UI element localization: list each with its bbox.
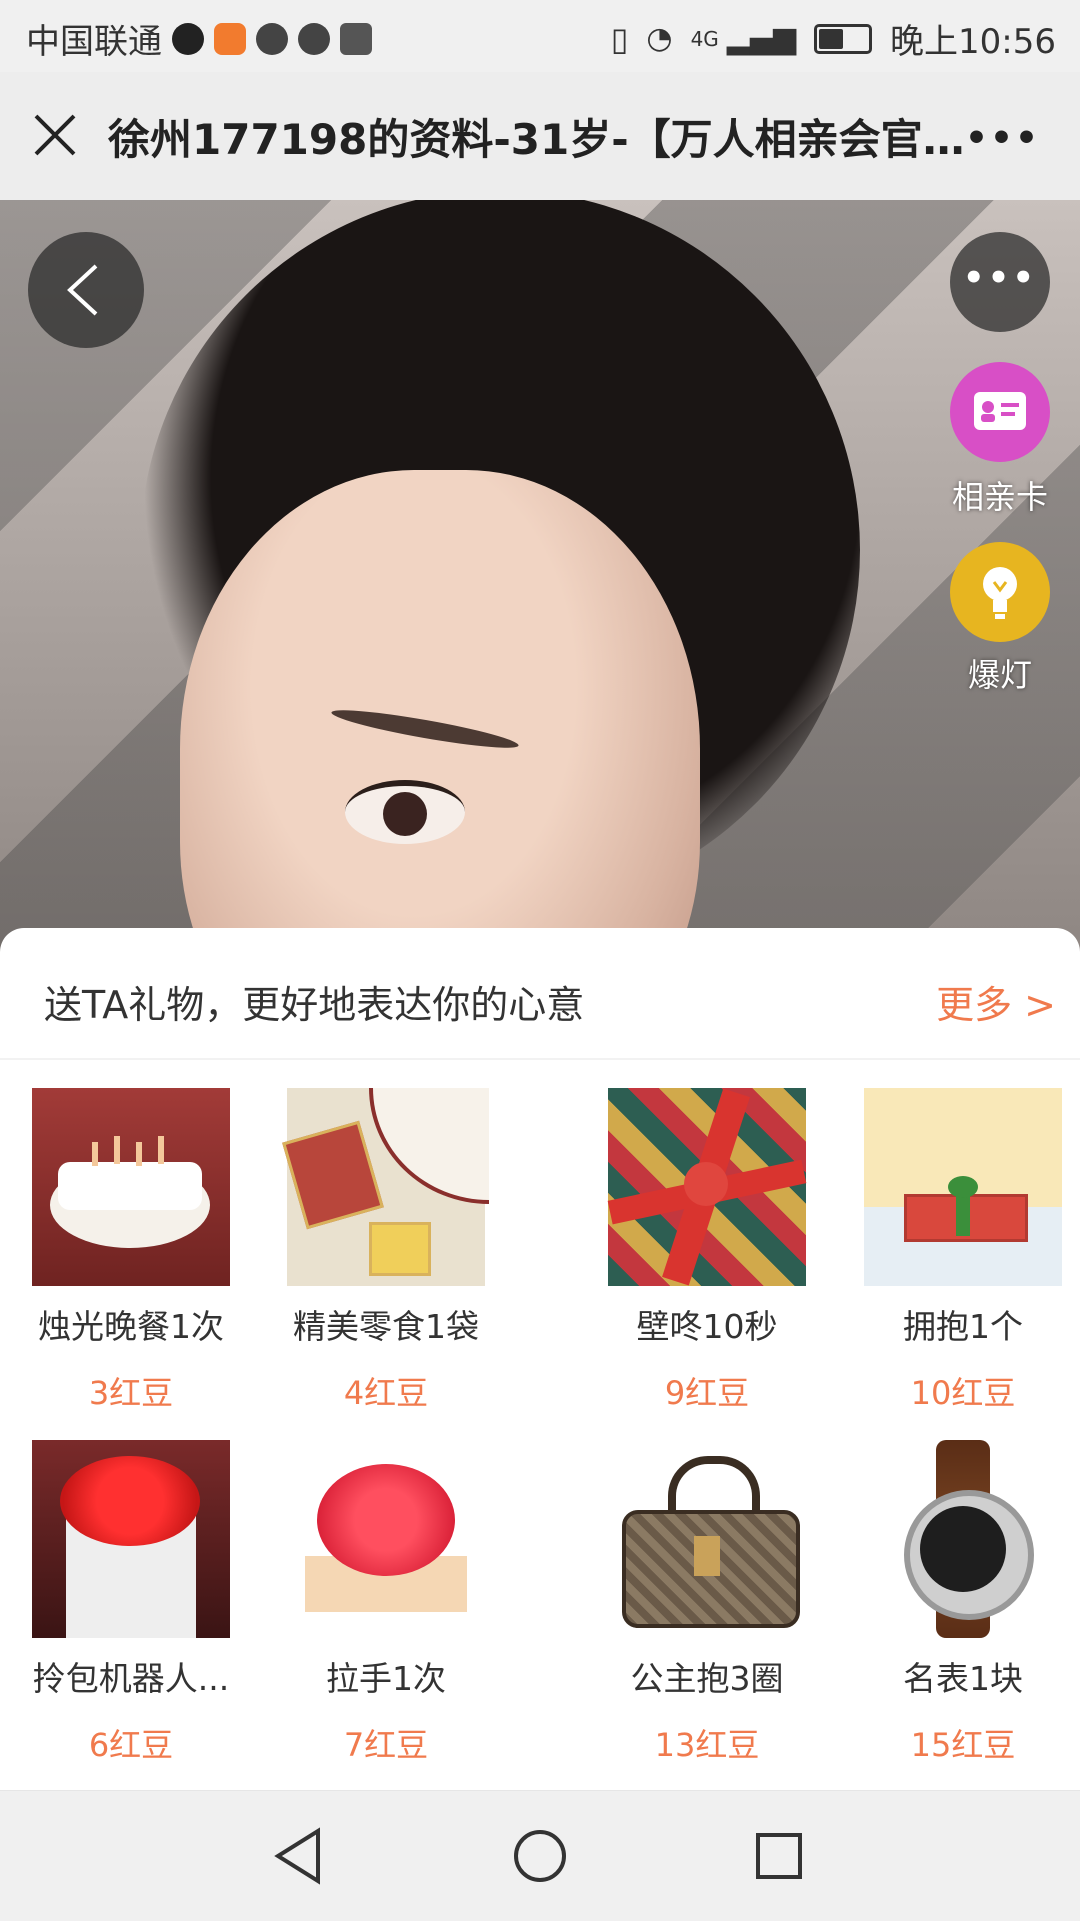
- clock: 晚上10:56: [890, 22, 1056, 62]
- tiktok-icon: [172, 22, 204, 55]
- small-gift-image: [864, 1088, 1062, 1286]
- vibrate-icon: ▯: [610, 19, 629, 58]
- photo-face: [180, 470, 700, 960]
- gift-name: 拥抱1个: [903, 1307, 1023, 1346]
- gift-panel: 送TA礼物，更好地表达你的心意 更多 > 烛光晚餐1次 3红豆 精美零食1袋 4…: [0, 928, 1080, 1790]
- system-nav-bar: [0, 1790, 1080, 1921]
- back-button[interactable]: [28, 232, 144, 348]
- lightbulb-icon: [983, 567, 1017, 619]
- page-title: 徐州177198的资料-31岁-【万人相亲会官…: [108, 115, 965, 164]
- title-bar: 徐州177198的资料-31岁-【万人相亲会官… •••: [0, 72, 1080, 201]
- gift-name: 壁咚10秒: [636, 1307, 778, 1346]
- square-recents-icon: [756, 1833, 802, 1879]
- more-dots: •••: [962, 258, 1038, 298]
- network-label: 4G: [690, 26, 719, 51]
- id-card-icon: [974, 392, 1026, 430]
- cake-image: [32, 1088, 230, 1286]
- cloud-icon: [298, 22, 330, 55]
- gift-hold-hands[interactable]: 拉手1次 7红豆: [286, 1440, 486, 1766]
- gift-price: 4红豆: [343, 1374, 429, 1412]
- gift-candlelight-dinner[interactable]: 烛光晚餐1次 3红豆: [31, 1088, 231, 1414]
- gift-price: 9红豆: [664, 1374, 750, 1412]
- message-icon: [256, 22, 288, 55]
- dating-card-button[interactable]: [950, 362, 1050, 462]
- handbag-image: [608, 1440, 806, 1638]
- profile-more-button[interactable]: •••: [950, 232, 1050, 332]
- carrier-label: 中国联通: [26, 22, 162, 62]
- gift-bag-robot[interactable]: 拎包机器人... 6红豆: [31, 1440, 231, 1766]
- highlight-button[interactable]: [950, 542, 1050, 642]
- video-icon: [214, 22, 246, 55]
- status-right: ▯ ◔ 4G ▂▄▆ 晚上10:56: [611, 14, 1056, 63]
- watch-image: [864, 1440, 1062, 1638]
- gift-name: 拉手1次: [326, 1659, 446, 1698]
- gift-luxury-watch[interactable]: 名表1块 15红豆: [863, 1440, 1063, 1766]
- gift-heading: 送TA礼物，更好地表达你的心意: [44, 983, 585, 1027]
- gift-price: 13红豆: [654, 1726, 760, 1764]
- nav-home-button[interactable]: [505, 1821, 575, 1891]
- triangle-back-icon: [274, 1827, 320, 1885]
- status-left: 中国联通: [26, 14, 372, 63]
- gift-more-link[interactable]: 更多 >: [936, 974, 1056, 1029]
- gift-name: 烛光晚餐1次: [38, 1307, 224, 1346]
- gift-name: 名表1块: [903, 1659, 1023, 1698]
- gift-snack-bag[interactable]: 精美零食1袋 4红豆: [282, 1088, 489, 1414]
- gift-name: 公主抱3圈: [630, 1659, 784, 1698]
- gift-divider: [0, 1058, 1080, 1060]
- gift-princess-carry[interactable]: 公主抱3圈 13红豆: [607, 1440, 807, 1766]
- wifi-icon: ◔: [646, 21, 673, 56]
- photo-eye: [345, 780, 465, 844]
- chevron-left-icon: [67, 264, 98, 316]
- gift-price: 15红豆: [910, 1726, 1016, 1764]
- profile-photo[interactable]: [0, 200, 1080, 960]
- gift-name: 精美零食1袋: [293, 1307, 479, 1346]
- dating-card-label: 相亲卡: [951, 478, 1048, 516]
- wrapped-gift-image: [607, 1088, 807, 1286]
- gift-price: 7红豆: [343, 1726, 429, 1764]
- status-bar: 中国联通 ▯ ◔ 4G ▂▄▆ 晚上10:56: [0, 0, 1080, 72]
- bow-gift-image: [287, 1440, 485, 1638]
- gift-price: 6红豆: [88, 1726, 174, 1764]
- huawei-icon: [340, 22, 372, 55]
- nav-recents-button[interactable]: [744, 1821, 814, 1891]
- gift-hug[interactable]: 拥抱1个 10红豆: [863, 1088, 1063, 1414]
- close-button[interactable]: [30, 110, 80, 160]
- close-icon: [34, 114, 76, 156]
- header-more-button[interactable]: •••: [965, 118, 1040, 159]
- nav-back-button[interactable]: [266, 1821, 336, 1891]
- gift-name: 拎包机器人...: [32, 1659, 230, 1698]
- gift-price: 10红豆: [910, 1374, 1016, 1412]
- battery-icon: [814, 23, 873, 54]
- gift-wall-kabedon[interactable]: 壁咚10秒 9红豆: [607, 1088, 807, 1414]
- snack-image: [282, 1088, 489, 1286]
- white-box-gift-image: [32, 1440, 230, 1638]
- signal-icon: ▂▄▆: [726, 21, 797, 56]
- gift-price: 3红豆: [88, 1374, 174, 1412]
- circle-home-icon: [514, 1830, 566, 1882]
- highlight-label: 爆灯: [967, 656, 1032, 694]
